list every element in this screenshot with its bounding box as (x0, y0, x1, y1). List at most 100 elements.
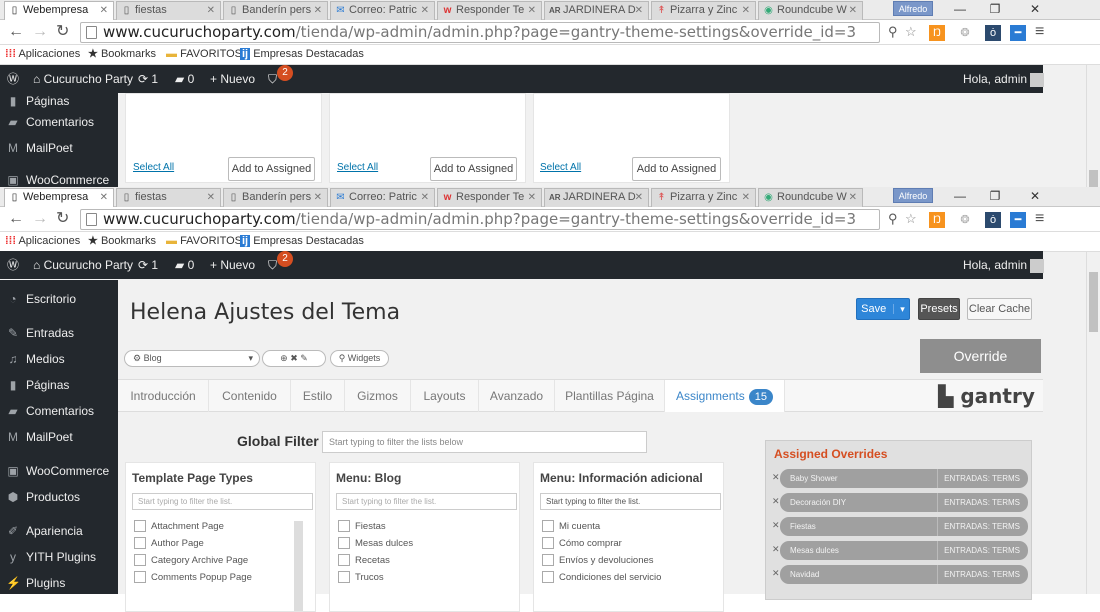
select-all-link[interactable]: Select All (133, 162, 174, 173)
checkbox[interactable] (542, 571, 554, 584)
tab-avanzado[interactable]: Avanzado (479, 380, 555, 412)
sidebar-item-escritorio[interactable]: ◔ Escritorio (0, 286, 118, 312)
window-close-icon[interactable]: ✕ (1020, 187, 1050, 205)
list-item[interactable]: Fiestas (338, 518, 386, 535)
add-to-assigned-button[interactable]: Add to Assigned (228, 157, 315, 181)
new-link[interactable]: + Nuevo (210, 65, 255, 93)
close-icon[interactable]: ✕ (314, 189, 322, 206)
close-icon[interactable]: ✕ (528, 2, 536, 19)
url-input[interactable]: www.cucuruchoparty.com/tienda/wp-admin/a… (80, 22, 880, 43)
tab-fiestas[interactable]: ▯ fiestas ✕ (116, 188, 221, 207)
bookmark-apps[interactable]: ⁞⁞⁞ Aplicaciones (5, 45, 80, 64)
list-item[interactable]: Recetas (338, 552, 390, 569)
remove-icon[interactable]: ✕ (772, 472, 780, 483)
sidebar-item-medios[interactable]: ♫ Medios (0, 346, 118, 372)
back-icon[interactable]: ← (8, 23, 24, 41)
tab-responder[interactable]: w Responder Te ✕ (437, 188, 542, 207)
extension-icon[interactable]: Ŋ (929, 25, 945, 41)
checkbox[interactable] (338, 520, 350, 533)
caret-down-icon[interactable]: ▾ (893, 304, 905, 314)
restore-icon[interactable]: ❐ (980, 0, 1010, 18)
add-to-assigned-button[interactable]: Add to Assigned (430, 157, 517, 181)
assigned-item[interactable]: Fiestas ENTRADAS: TERMS (780, 517, 1028, 536)
wordpress-icon[interactable]: Ⓦ (7, 65, 19, 93)
global-filter-input[interactable]: Start typing to filter the lists below (322, 431, 647, 453)
bookmark-empresas[interactable]: ij Empresas Destacadas (240, 45, 364, 64)
sidebar-item-comentarios[interactable]: ▰ Comentarios (0, 398, 118, 424)
close-icon[interactable]: ✕ (635, 189, 643, 206)
close-icon[interactable]: ✕ (100, 189, 108, 206)
sidebar-item-woocommerce[interactable]: ▣ WooCommerce (0, 458, 118, 484)
list-filter-input[interactable]: Start typing to filter the list. (540, 493, 721, 510)
plus-icon[interactable]: ⊕ (280, 353, 288, 363)
bookmark-bookmarks[interactable]: ★ Bookmarks (88, 45, 156, 64)
updates-link[interactable]: ⟳ 1 (138, 65, 158, 93)
assigned-item[interactable]: Decoración DIY ENTRADAS: TERMS (780, 493, 1028, 512)
comments-link[interactable]: ▰ 0 (175, 251, 194, 279)
widgets-button[interactable]: ⚲ Widgets (330, 350, 389, 367)
reload-icon[interactable]: ↻ (56, 210, 69, 228)
checkbox[interactable] (338, 537, 350, 550)
select-all-link[interactable]: Select All (337, 162, 378, 173)
remove-icon[interactable]: ✕ (772, 496, 780, 507)
extension-icon[interactable]: ȯ (985, 212, 1001, 228)
scrollbar-thumb[interactable] (1089, 272, 1098, 332)
comments-link[interactable]: ▰ 0 (175, 65, 194, 93)
close-icon[interactable]: ✕ (742, 189, 750, 206)
back-icon[interactable]: ← (8, 210, 24, 228)
checkbox[interactable] (134, 520, 146, 533)
tab-responder[interactable]: w Responder Te ✕ (437, 1, 542, 20)
bookmark-bookmarks[interactable]: ★ Bookmarks (88, 232, 156, 251)
checkbox[interactable] (338, 571, 350, 584)
tab-roundcube[interactable]: ◉ Roundcube W ✕ (758, 188, 863, 207)
tab-banderin[interactable]: ▯ Banderín pers ✕ (223, 1, 328, 20)
scrollbar[interactable] (1086, 65, 1100, 187)
list-item[interactable]: Mi cuenta (542, 518, 600, 535)
tab-plantillas[interactable]: Plantillas Página (555, 380, 665, 412)
bookmark-favoritos[interactable]: ▬ FAVORITOS (166, 45, 242, 64)
user-badge[interactable]: Alfredo (893, 188, 933, 203)
tab-roundcube[interactable]: ◉ Roundcube W ✕ (758, 1, 863, 20)
close-icon[interactable]: ✕ (314, 2, 322, 19)
clear-cache-button[interactable]: Clear Cache (967, 298, 1032, 320)
sidebar-item-entradas[interactable]: ✎ Entradas (0, 320, 118, 346)
tab-pizarra[interactable]: ↟ Pizarra y Zinc ✕ (651, 188, 756, 207)
close-icon[interactable]: ✕ (100, 2, 108, 19)
remove-icon[interactable]: ✕ (772, 568, 780, 579)
tab-contenido[interactable]: Contenido (209, 380, 291, 412)
checkbox[interactable] (134, 537, 146, 550)
star-icon[interactable]: ☆ (905, 210, 917, 228)
close-icon[interactable]: ✕ (849, 2, 857, 19)
add-to-assigned-button[interactable]: Add to Assigned (632, 157, 721, 181)
close-icon[interactable]: ✕ (742, 2, 750, 19)
tab-introduccion[interactable]: Introducción (118, 380, 209, 412)
close-icon[interactable]: ✕ (421, 2, 429, 19)
sidebar-item-apariencia[interactable]: ✐ Apariencia (0, 518, 118, 544)
remove-icon[interactable]: ✕ (772, 520, 780, 531)
tab-webempresa[interactable]: ▯ Webempresa ✕ (4, 188, 114, 207)
wordpress-icon[interactable]: Ⓦ (7, 251, 19, 279)
preset-actions[interactable]: ⊕ ✖ ✎ (262, 350, 326, 367)
checkbox[interactable] (542, 554, 554, 567)
settings-icon[interactable]: ❂ (957, 212, 973, 228)
close-icon[interactable]: ✕ (528, 189, 536, 206)
new-link[interactable]: + Nuevo (210, 251, 255, 279)
list-item[interactable]: Attachment Page (134, 518, 224, 535)
bookmark-favoritos[interactable]: ▬ FAVORITOS (166, 232, 242, 251)
tab-assignments[interactable]: Assignments 15 (665, 380, 785, 412)
checkbox[interactable] (134, 571, 146, 584)
notifications-link[interactable]: ⛉ 2 (268, 251, 294, 279)
minimize-icon[interactable]: — (945, 187, 975, 205)
list-item[interactable]: Category Archive Page (134, 552, 248, 569)
close-icon[interactable]: ✕ (849, 189, 857, 206)
minimize-icon[interactable]: — (945, 0, 975, 18)
close-icon[interactable]: ✕ (635, 2, 643, 19)
list-filter-input[interactable]: Start typing to filter the list. (132, 493, 313, 510)
delete-icon[interactable]: ✖ (290, 353, 298, 363)
sidebar-item-comentarios[interactable]: ▰ Comentarios (0, 109, 118, 135)
page-scrollbar[interactable] (1086, 252, 1100, 594)
url-input[interactable]: www.cucuruchoparty.com/tienda/wp-admin/a… (80, 209, 880, 230)
tab-correo[interactable]: ✉ Correo: Patric ✕ (330, 1, 435, 20)
list-item[interactable]: Trucos (338, 569, 384, 586)
forward-icon[interactable]: → (32, 23, 48, 41)
